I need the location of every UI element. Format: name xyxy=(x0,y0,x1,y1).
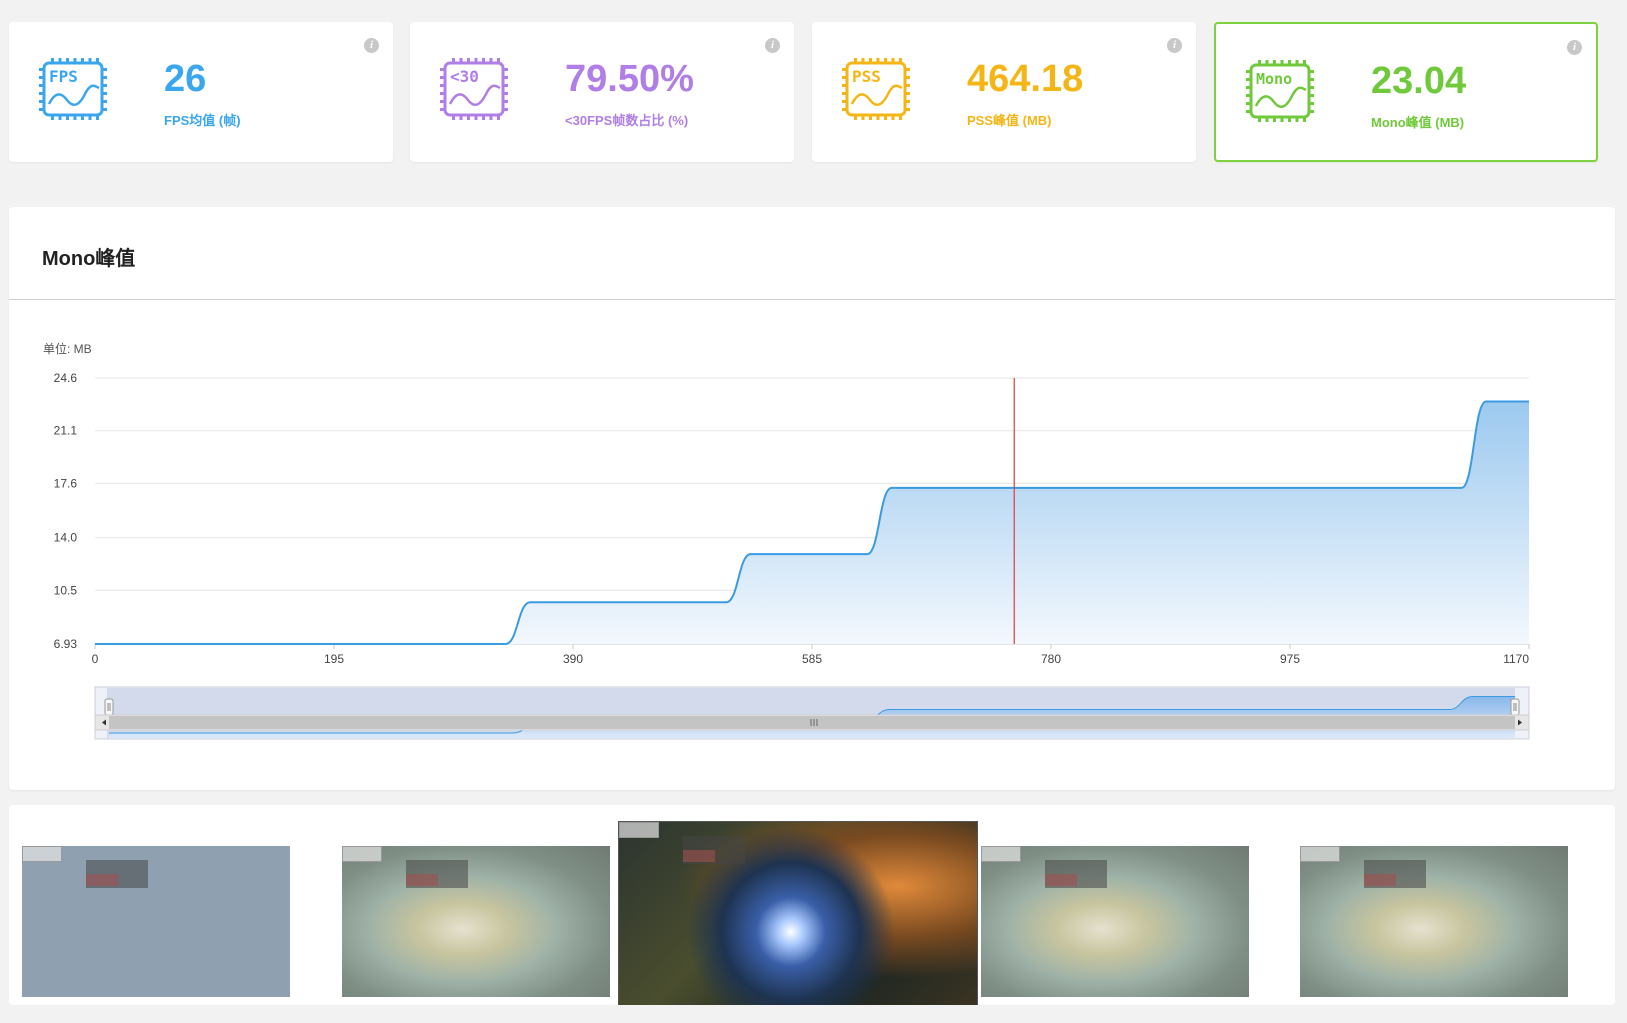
info-icon[interactable]: i xyxy=(1567,40,1582,55)
x-tick-label: 780 xyxy=(1041,652,1061,666)
x-tick-label: 390 xyxy=(563,652,583,666)
metric-label: FPS均值 (帧) xyxy=(164,113,241,128)
mini-hud xyxy=(1300,846,1340,862)
x-tick-label: 585 xyxy=(802,652,822,666)
zoom-handle-right[interactable] xyxy=(1510,698,1520,716)
screenshot-3[interactable] xyxy=(619,822,977,1005)
mini-hud xyxy=(342,846,382,862)
screenshot-5[interactable] xyxy=(1300,846,1568,997)
screenshot-gallery xyxy=(9,805,1615,1005)
metric-value: 464.18 xyxy=(967,58,1084,100)
screenshot-4[interactable] xyxy=(981,846,1249,997)
zoom-scrollbar-thumb[interactable] xyxy=(109,716,1515,729)
metric-card-4[interactable]: Mono 23.04 Mono峰值 (MB) i xyxy=(1214,22,1598,162)
svg-text:Mono: Mono xyxy=(1256,70,1292,88)
metric-card-2[interactable]: <30 79.50% <30FPS帧数占比 (%) i xyxy=(410,22,794,162)
fps-chip-icon: FPS xyxy=(39,58,107,120)
mini-btn xyxy=(1364,874,1396,886)
under30-chip-icon: <30 xyxy=(440,58,508,120)
y-tick-label: 17.6 xyxy=(54,476,78,490)
metric-label: <30FPS帧数占比 (%) xyxy=(565,113,689,128)
svg-text:PSS: PSS xyxy=(852,67,881,86)
y-tick-label: 24.6 xyxy=(54,371,78,385)
metric-value: 26 xyxy=(164,58,207,100)
mini-hud xyxy=(981,846,1021,862)
metric-card-3[interactable]: PSS 464.18 PSS峰值 (MB) i xyxy=(812,22,1196,162)
info-icon[interactable]: i xyxy=(364,38,379,53)
mini-btn xyxy=(86,874,118,886)
mono-chip-icon: Mono xyxy=(1246,60,1314,122)
x-tick-label: 0 xyxy=(92,652,99,666)
series-area xyxy=(95,401,1529,644)
metric-card-1[interactable]: FPS 26 FPS均值 (帧) i xyxy=(9,22,393,162)
info-icon[interactable]: i xyxy=(765,38,780,53)
y-tick-label: 21.1 xyxy=(54,424,78,438)
svg-text:FPS: FPS xyxy=(49,67,78,86)
mono-peak-panel: Mono峰值 单位: MB 6.93 10.5 14.0 17.6 21.1 24.6 0 19… xyxy=(9,207,1615,790)
y-tick-label: 10.5 xyxy=(54,583,78,597)
mini-btn xyxy=(683,850,715,862)
x-tick-label: 195 xyxy=(324,652,344,666)
info-icon[interactable]: i xyxy=(1167,38,1182,53)
x-tick-label: 975 xyxy=(1280,652,1300,666)
unit-label: 单位: MB xyxy=(43,341,92,356)
metric-label: Mono峰值 (MB) xyxy=(1371,115,1465,130)
pss-chip-icon: PSS xyxy=(842,58,910,120)
y-tick-label: 14.0 xyxy=(54,531,78,545)
svg-text:<30: <30 xyxy=(450,67,479,86)
metric-value: 79.50% xyxy=(565,58,694,100)
zoom-handle-left[interactable] xyxy=(104,698,114,716)
x-tick-label: 1170 xyxy=(1503,652,1529,666)
mini-hud xyxy=(619,822,659,838)
metric-value: 23.04 xyxy=(1371,60,1467,102)
screenshot-1[interactable] xyxy=(22,846,290,997)
mini-btn xyxy=(1045,874,1077,886)
screenshot-2[interactable] xyxy=(342,846,610,997)
mini-btn xyxy=(406,874,438,886)
metric-label: PSS峰值 (MB) xyxy=(967,113,1052,128)
mono-peak-chart[interactable]: 单位: MB 6.93 10.5 14.0 17.6 21.1 24.6 0 195 390 585… xyxy=(9,207,1615,790)
y-tick-label: 6.93 xyxy=(54,637,78,651)
mini-hud xyxy=(22,846,62,862)
